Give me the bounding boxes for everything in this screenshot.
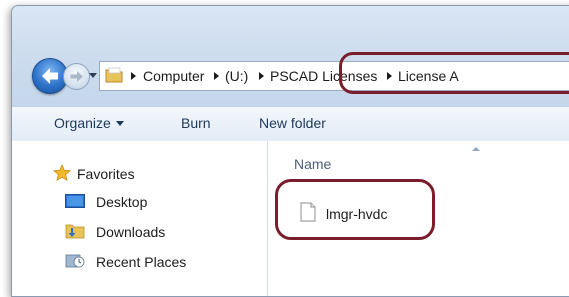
sidebar-item-favorites[interactable]: Favorites — [77, 165, 135, 183]
chevron-down-icon — [115, 121, 124, 126]
breadcrumb-computer[interactable]: Computer — [143, 66, 204, 86]
sort-ascending-icon — [472, 147, 480, 151]
explorer-window: Computer (U:) PSCAD Licenses License A O… — [11, 5, 569, 297]
folder-icon — [105, 67, 123, 83]
address-highlight-annotation — [339, 52, 569, 94]
organize-menu-button[interactable]: Organize — [54, 114, 124, 132]
breadcrumb-separator-icon[interactable] — [131, 72, 136, 80]
back-arrow-icon — [42, 68, 58, 84]
downloads-folder-icon — [65, 224, 85, 239]
file-list-pane: Name lmgr-hvdc — [268, 141, 569, 296]
forward-button[interactable] — [63, 63, 90, 90]
new-folder-button[interactable]: New folder — [259, 114, 326, 132]
organize-label: Organize — [54, 115, 111, 131]
forward-arrow-icon — [70, 71, 83, 82]
command-toolbar: Organize Burn New folder — [12, 106, 569, 142]
desktop-icon — [65, 194, 85, 208]
breadcrumb-separator-icon[interactable] — [214, 72, 219, 80]
navigation-pane: Favorites Desktop Downloads Recent Place… — [12, 141, 267, 296]
recent-places-icon — [65, 254, 85, 268]
breadcrumb-drive-u[interactable]: (U:) — [225, 66, 248, 86]
star-icon — [53, 164, 71, 182]
breadcrumb-separator-icon[interactable] — [259, 72, 264, 80]
file-highlight-annotation — [275, 179, 435, 240]
sidebar-item-desktop[interactable]: Desktop — [96, 193, 147, 211]
sidebar-item-recent-places[interactable]: Recent Places — [96, 253, 186, 271]
column-header-name[interactable]: Name — [294, 155, 331, 173]
recent-pages-dropdown-icon[interactable] — [89, 73, 97, 78]
navigation-bar: Computer (U:) PSCAD Licenses License A — [12, 6, 569, 106]
burn-button[interactable]: Burn — [181, 114, 211, 132]
sidebar-item-downloads[interactable]: Downloads — [96, 223, 165, 241]
